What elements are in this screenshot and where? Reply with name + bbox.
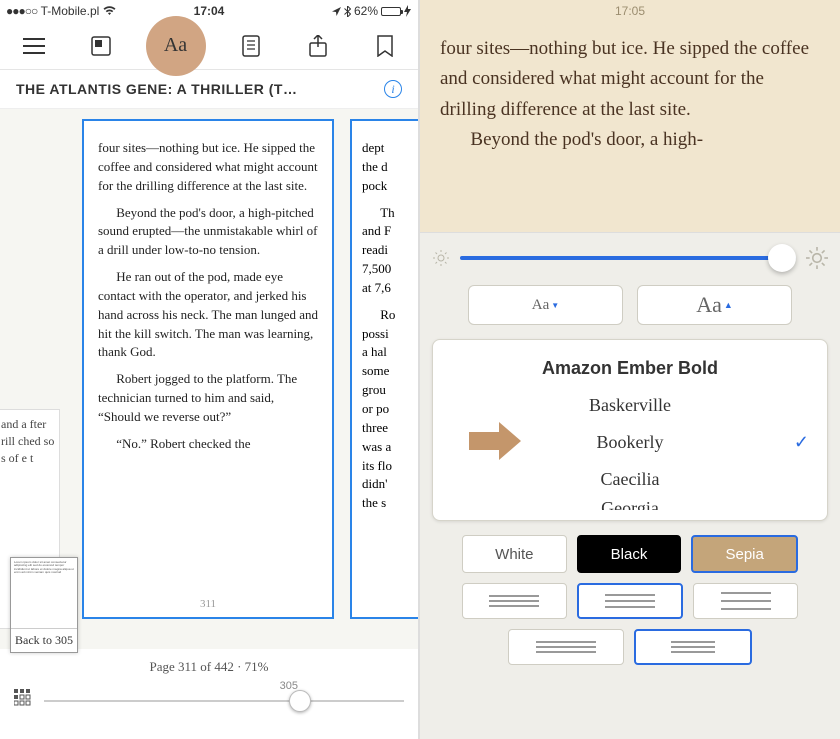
bottom-row: 305 bbox=[0, 675, 418, 727]
spacing-normal-button[interactable] bbox=[577, 583, 684, 619]
battery-icon bbox=[381, 7, 401, 16]
font-option-bookerly[interactable]: Bookerly✓ bbox=[433, 424, 827, 461]
right-status-time: 17:05 bbox=[420, 0, 840, 22]
share-button[interactable] bbox=[296, 24, 340, 68]
charging-icon bbox=[404, 5, 412, 17]
theme-row: White Black Sepia bbox=[462, 535, 798, 573]
spacing-row bbox=[462, 583, 798, 619]
signal-dots: ●●●○○ bbox=[6, 4, 37, 18]
page-slider[interactable]: 305 bbox=[44, 686, 404, 716]
font-option-amazon-ember-bold[interactable]: Amazon Ember Bold bbox=[433, 350, 827, 387]
spacing-tight-button[interactable] bbox=[462, 583, 567, 619]
carrier-label: T-Mobile.pl bbox=[41, 4, 100, 18]
left-screenshot: ●●●○○ T-Mobile.pl 17:04 62% Aa THE ATLAN… bbox=[0, 0, 420, 739]
check-icon: ✓ bbox=[794, 432, 809, 453]
left-status-bar: ●●●○○ T-Mobile.pl 17:04 62% bbox=[0, 0, 418, 22]
margin-wide-button[interactable] bbox=[634, 629, 752, 665]
page-progress-label: Page 311 of 442 · 71% bbox=[0, 659, 418, 675]
notes-button[interactable] bbox=[229, 24, 273, 68]
grid-view-button[interactable] bbox=[14, 689, 34, 714]
font-size-larger-button[interactable]: Aa▲ bbox=[637, 285, 792, 325]
brightness-knob[interactable] bbox=[768, 244, 796, 272]
back-label: Back to 305 bbox=[11, 628, 77, 652]
font-size-smaller-button[interactable]: Aa▼ bbox=[468, 285, 623, 325]
next-page-sliver[interactable]: deptthe dpock Thand Freadi7,500at 7,6 Ro… bbox=[350, 119, 418, 619]
display-settings-panel: Aa▼ Aa▲ Amazon Ember BoldBaskervilleBook… bbox=[420, 232, 840, 739]
brightness-high-icon bbox=[806, 247, 828, 269]
theme-white-button[interactable]: White bbox=[462, 535, 567, 573]
font-option-georgia[interactable]: Georgia bbox=[433, 498, 827, 510]
current-page-card[interactable]: four sites—nothing but ice. He sipped th… bbox=[82, 119, 334, 619]
font-picker: Amazon Ember BoldBaskervilleBookerly✓Cae… bbox=[432, 339, 828, 521]
caret-down-icon: ▼ bbox=[551, 301, 559, 310]
theme-sepia-button[interactable]: Sepia bbox=[691, 535, 798, 573]
font-option-baskerville[interactable]: Baskerville bbox=[433, 387, 827, 424]
slider-knob[interactable] bbox=[289, 690, 311, 712]
margin-row bbox=[508, 629, 752, 665]
menu-button[interactable] bbox=[12, 24, 56, 68]
bookmark-button[interactable] bbox=[363, 24, 407, 68]
brightness-slider[interactable] bbox=[460, 256, 796, 260]
back-to-page-popup[interactable]: Lorem ipsum dolor sit amet consectetur a… bbox=[10, 557, 78, 653]
status-time: 17:04 bbox=[194, 4, 225, 18]
brightness-row bbox=[432, 247, 828, 269]
reader-toolbar: Aa bbox=[0, 22, 418, 70]
spacing-loose-button[interactable] bbox=[693, 583, 798, 619]
font-option-caecilia[interactable]: Caecilia bbox=[433, 461, 827, 498]
reading-preview: four sites—nothing but ice. He sipped th… bbox=[420, 22, 840, 164]
battery-pct: 62% bbox=[354, 4, 378, 18]
bluetooth-icon bbox=[344, 6, 351, 17]
right-screenshot: 17:05 four sites—nothing but ice. He sip… bbox=[420, 0, 840, 739]
book-title: THE ATLANTIS GENE: A THRILLER (T… bbox=[16, 81, 384, 97]
info-icon[interactable]: i bbox=[384, 80, 402, 98]
wifi-icon bbox=[103, 6, 116, 16]
thumbnail: Lorem ipsum dolor sit amet consectetur a… bbox=[11, 558, 77, 628]
margin-narrow-button[interactable] bbox=[508, 629, 624, 665]
location-icon bbox=[332, 7, 341, 16]
font-size-row: Aa▼ Aa▲ bbox=[468, 285, 792, 325]
brightness-low-icon bbox=[432, 249, 450, 267]
title-row: THE ATLANTIS GENE: A THRILLER (T… i bbox=[0, 70, 418, 109]
xray-button[interactable] bbox=[79, 24, 123, 68]
theme-black-button[interactable]: Black bbox=[577, 535, 682, 573]
page-number: 311 bbox=[200, 597, 216, 613]
caret-up-icon: ▲ bbox=[724, 300, 733, 310]
display-settings-button[interactable]: Aa bbox=[146, 16, 206, 76]
page-flip-area[interactable]: and a fter rill ched so s of e t four si… bbox=[0, 109, 418, 649]
